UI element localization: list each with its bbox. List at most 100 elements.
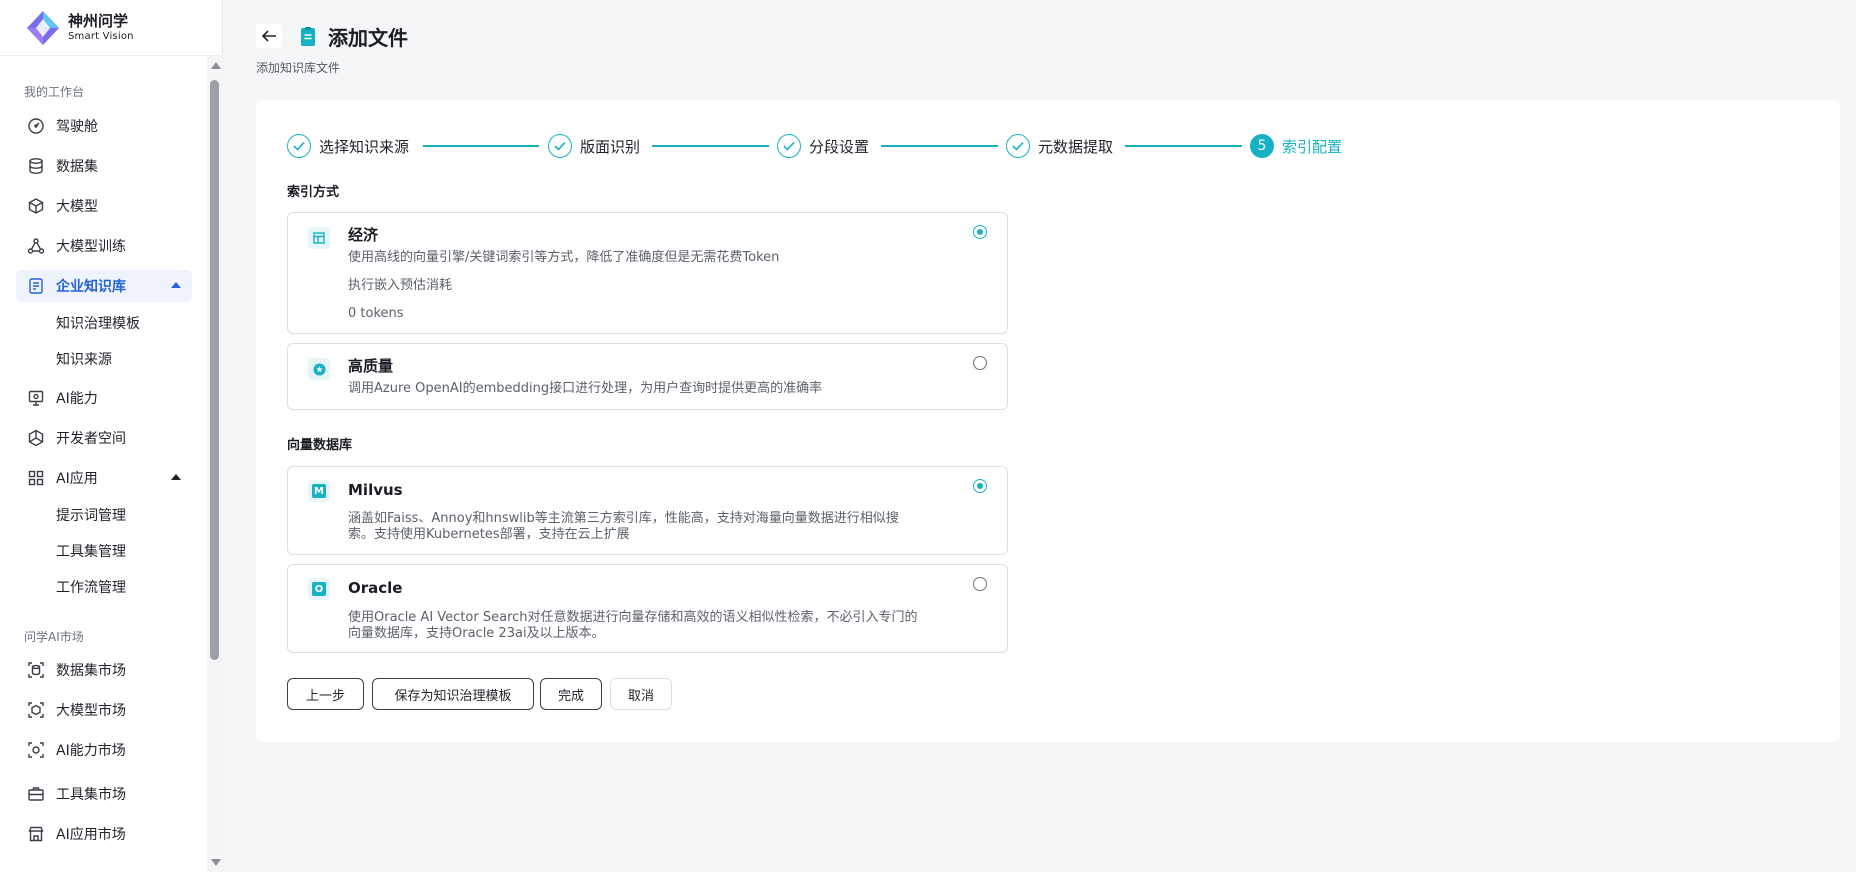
logo-icon: [27, 10, 59, 45]
main-card: 选择知识来源 版面识别 分段设置 元数据提取 5 索引配置 索引方式 经济 使用…: [256, 100, 1840, 742]
step-connector: [652, 145, 769, 147]
sub-item-knowledge-source[interactable]: 知识来源: [56, 349, 112, 369]
sidebar: 神州问学 Smart Vision 我的工作台 驾驶舱 数据集 大模型 大模型训…: [0, 0, 223, 872]
grid-icon: [26, 468, 46, 488]
monitor-icon: [26, 388, 46, 408]
sub-item-workflow-management[interactable]: 工作流管理: [56, 577, 126, 597]
step-index-config[interactable]: 5 索引配置: [1250, 132, 1342, 160]
dataset-market-icon: [26, 660, 46, 680]
step-label: 元数据提取: [1038, 137, 1114, 156]
option-description: 使用高线的向量引擎/关键词索引等方式，降低了准确度但是无需花费Token: [348, 250, 780, 265]
radio-milvus[interactable]: [973, 479, 987, 493]
caret-up-icon[interactable]: [170, 279, 182, 291]
cube-icon: [26, 196, 46, 216]
knowledge-icon: [26, 276, 46, 296]
nav-label: 大模型训练: [56, 239, 126, 255]
model-market-icon: [26, 700, 46, 720]
oracle-letter: O: [312, 582, 326, 596]
nav-item-cockpit[interactable]: 驾驶舱: [16, 110, 192, 142]
nav-label: 大模型市场: [56, 703, 126, 719]
check-icon: [1006, 134, 1030, 158]
radio-oracle[interactable]: [973, 577, 987, 591]
nav-item-toolset-market[interactable]: 工具集市场: [16, 778, 192, 810]
table-icon: [308, 227, 330, 249]
nav-item-app-market[interactable]: AI应用市场: [16, 818, 192, 850]
database-icon: [26, 156, 46, 176]
toolbox-icon: [26, 784, 46, 804]
milvus-letter: M: [312, 484, 326, 498]
step-connector: [423, 145, 539, 147]
option-economy[interactable]: 经济 使用高线的向量引擎/关键词索引等方式，降低了准确度但是无需花费Token …: [287, 212, 1008, 334]
check-icon: [777, 134, 801, 158]
nav-label: 数据集市场: [56, 663, 126, 679]
nav-item-model-market[interactable]: 大模型市场: [16, 694, 192, 726]
step-label: 分段设置: [809, 137, 870, 156]
index-method-label: 索引方式: [287, 185, 340, 200]
step-label: 版面识别: [580, 137, 641, 156]
scroll-up-arrow-icon[interactable]: [211, 62, 221, 69]
prev-step-button[interactable]: 上一步: [287, 678, 364, 710]
scroll-thumb[interactable]: [210, 80, 219, 660]
option-description-line1: 涵盖如Faiss、Annoy和hnswlib等主流第三方索引库，性能高，支持对海…: [348, 511, 899, 526]
sub-item-prompt-management[interactable]: 提示词管理: [56, 505, 126, 525]
scroll-down-arrow-icon[interactable]: [211, 859, 221, 866]
option-high-quality[interactable]: 高质量 调用Azure OpenAI的embedding接口进行处理，为用户查询…: [287, 343, 1008, 410]
page-subtitle: 添加知识库文件: [256, 61, 341, 75]
radio-economy[interactable]: [973, 225, 987, 239]
option-oracle[interactable]: O Oracle 使用Oracle AI Vector Search对任意数据进…: [287, 564, 1008, 653]
brand-subtitle: Smart Vision: [68, 30, 134, 42]
nav-label: 驾驶舱: [56, 119, 98, 135]
brand-name: 神州问学: [68, 11, 129, 30]
option-description-line2: 索。支持使用Kubernetes部署，支持在云上扩展: [348, 527, 630, 542]
step-metadata[interactable]: 元数据提取: [1006, 132, 1113, 160]
oracle-icon: O: [308, 578, 330, 600]
nav-item-ability-market[interactable]: AI能力市场: [16, 734, 192, 766]
gauge-icon: [26, 116, 46, 136]
step-connector: [1125, 145, 1242, 147]
sidebar-scrollbar[interactable]: [207, 56, 223, 872]
hexagon-icon: [26, 428, 46, 448]
step-number: 5: [1250, 134, 1274, 158]
nav-item-ai-ability[interactable]: AI能力: [16, 382, 192, 414]
radio-high-quality[interactable]: [973, 356, 987, 370]
check-icon: [287, 134, 311, 158]
back-button[interactable]: [256, 24, 282, 48]
cancel-button[interactable]: 取消: [610, 678, 672, 710]
cost-value: 0 tokens: [348, 306, 404, 321]
nav-item-model[interactable]: 大模型: [16, 190, 192, 222]
star-badge-icon: [308, 358, 330, 380]
caret-up-icon[interactable]: [170, 471, 182, 483]
nav-item-model-training[interactable]: 大模型训练: [16, 230, 192, 262]
step-select-source[interactable]: 选择知识来源: [287, 132, 409, 160]
section-workspace: 我的工作台: [24, 85, 85, 99]
sub-item-toolset-management[interactable]: 工具集管理: [56, 541, 126, 561]
finish-button[interactable]: 完成: [540, 678, 602, 710]
brand[interactable]: 神州问学 Smart Vision: [0, 0, 222, 56]
store-icon: [26, 824, 46, 844]
step-label: 选择知识来源: [319, 137, 410, 156]
sub-item-knowledge-template[interactable]: 知识治理模板: [56, 313, 140, 333]
milvus-icon: M: [308, 480, 330, 502]
nav-item-dataset-market[interactable]: 数据集市场: [16, 654, 192, 686]
option-title: 高质量: [348, 357, 394, 375]
nav-label: 数据集: [56, 159, 98, 175]
step-layout-recognition[interactable]: 版面识别: [548, 132, 640, 160]
network-icon: [26, 236, 46, 256]
nav-item-ai-app[interactable]: AI应用: [16, 462, 192, 494]
nav-item-dataset[interactable]: 数据集: [16, 150, 192, 182]
option-description: 调用Azure OpenAI的embedding接口进行处理，为用户查询时提供更…: [348, 381, 823, 396]
page-title: 添加文件: [328, 26, 408, 50]
step-segmentation[interactable]: 分段设置: [777, 132, 869, 160]
vector-db-label: 向量数据库: [287, 438, 353, 453]
nav-label: 工具集市场: [56, 787, 126, 803]
nav-item-developer-space[interactable]: 开发者空间: [16, 422, 192, 454]
option-title: Oracle: [348, 579, 403, 597]
nav-label: 企业知识库: [56, 279, 126, 295]
document-icon: [301, 27, 315, 46]
nav-item-knowledge-base[interactable]: 企业知识库: [16, 270, 192, 302]
option-title: Milvus: [348, 481, 403, 499]
nav-label: AI能力: [56, 391, 98, 407]
save-template-button[interactable]: 保存为知识治理模板: [372, 678, 534, 710]
option-milvus[interactable]: M Milvus 涵盖如Faiss、Annoy和hnswlib等主流第三方索引库…: [287, 466, 1008, 555]
option-title: 经济: [348, 226, 379, 244]
